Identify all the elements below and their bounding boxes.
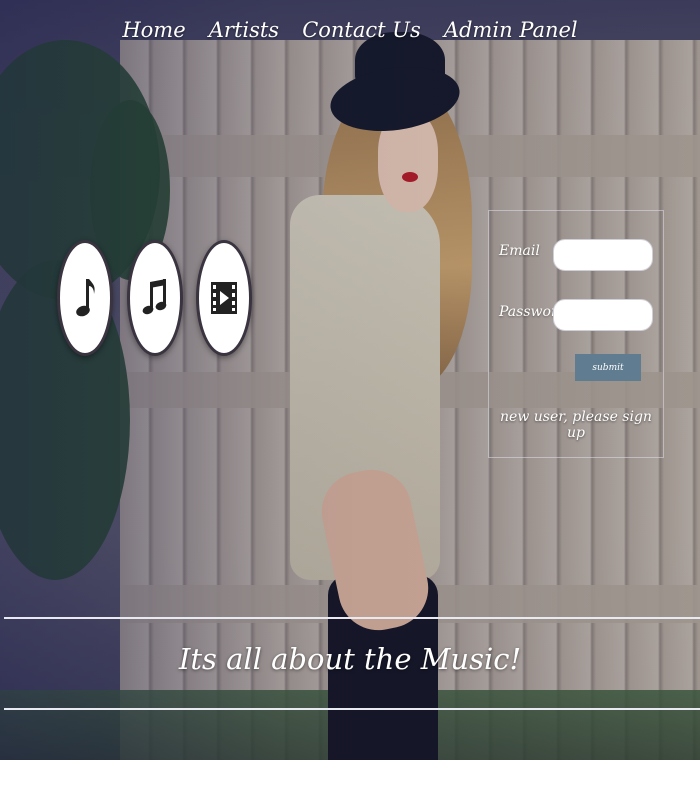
- video-player-icon: [211, 282, 237, 314]
- main-nav: Home Artists Contact Us Admin Panel: [0, 18, 700, 42]
- login-form: Email Password submit new user, please s…: [488, 210, 664, 458]
- email-field[interactable]: [553, 239, 653, 271]
- nav-home[interactable]: Home: [122, 18, 185, 42]
- nav-artists[interactable]: Artists: [209, 18, 279, 42]
- music-notes-button[interactable]: [127, 240, 183, 356]
- video-player-button[interactable]: [196, 240, 252, 356]
- music-note-button[interactable]: [57, 240, 113, 356]
- divider-top: [4, 617, 700, 619]
- music-note-icon: [76, 279, 95, 317]
- nav-admin-panel[interactable]: Admin Panel: [444, 18, 578, 42]
- submit-button[interactable]: submit: [575, 354, 641, 381]
- tagline: Its all about the Music!: [178, 642, 522, 676]
- signup-link[interactable]: new user, please sign up: [489, 409, 663, 441]
- divider-bottom: [4, 708, 700, 710]
- password-field[interactable]: [553, 299, 653, 331]
- nav-contact-us[interactable]: Contact Us: [302, 18, 421, 42]
- music-notes-icon: [142, 279, 167, 315]
- email-label: Email: [499, 243, 540, 259]
